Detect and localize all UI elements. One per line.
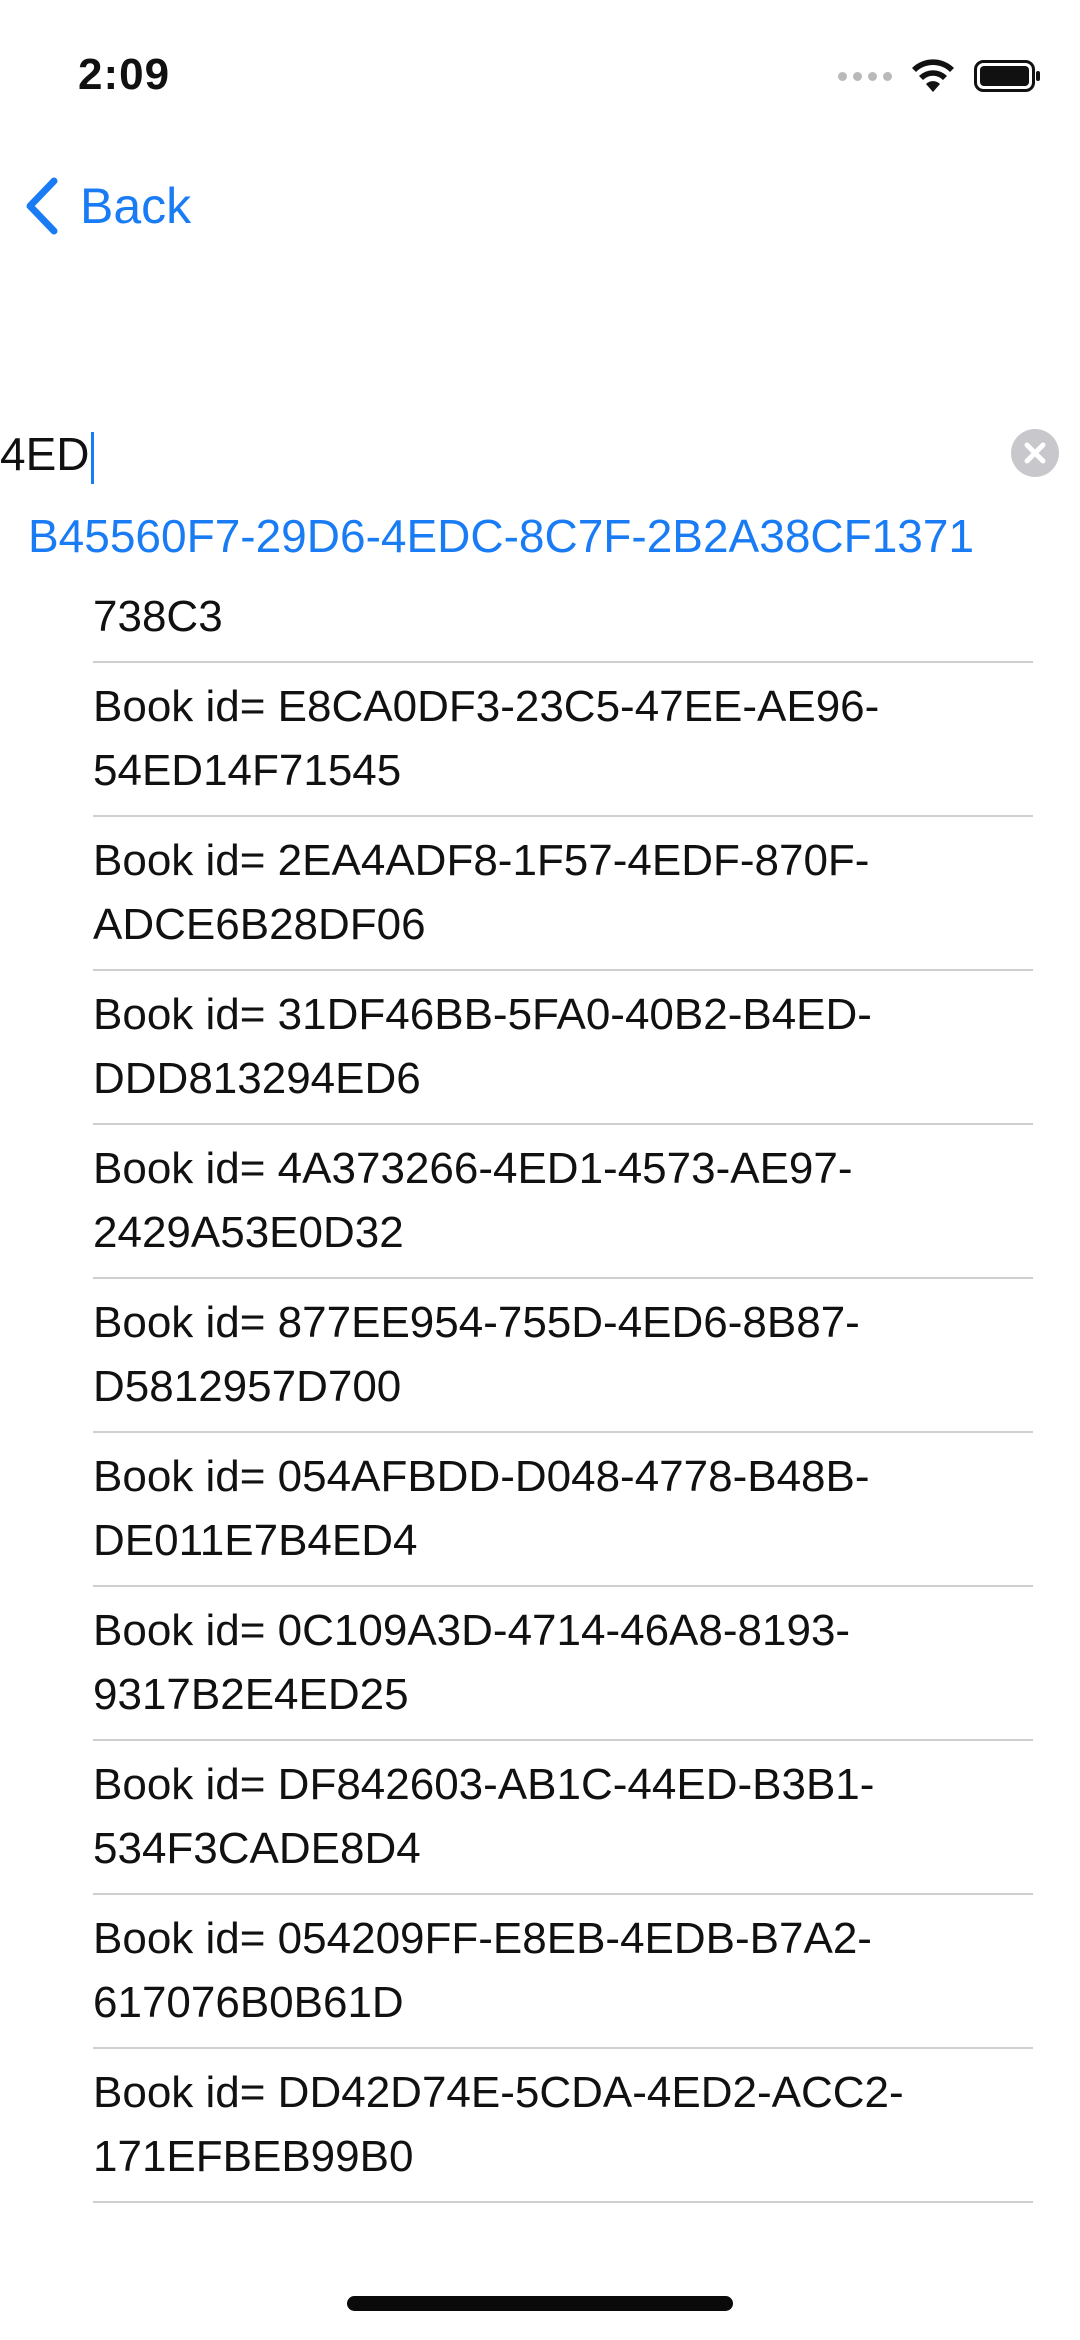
- list-item[interactable]: Book id= DF842603-AB1C-44ED-B3B1-534F3CA…: [93, 1741, 1033, 1895]
- chevron-left-icon: [24, 177, 60, 235]
- text-caret: [91, 431, 95, 484]
- list-item[interactable]: Book id= 2EA4ADF8-1F57-4EDF-870F-ADCE6B2…: [93, 817, 1033, 971]
- list-item[interactable]: Book id= E8CA0DF3-23C5-47EE-AE96-54ED14F…: [93, 663, 1033, 817]
- status-icons: [838, 58, 1042, 94]
- results-list: 738C3 Book id= E8CA0DF3-23C5-47EE-AE96-5…: [93, 585, 1033, 2203]
- list-item[interactable]: Book id= 054AFBDD-D048-4778-B48B-DE011E7…: [93, 1433, 1033, 1587]
- selected-result-link[interactable]: B45560F7-29D6-4EDC-8C7F-2B2A38CF1371: [28, 508, 974, 564]
- list-item[interactable]: Book id= 054209FF-E8EB-4EDB-B7A2-617076B…: [93, 1895, 1033, 2049]
- list-item[interactable]: Book id= 4A373266-4ED1-4573-AE97-2429A53…: [93, 1125, 1033, 1279]
- list-item[interactable]: Book id= 877EE954-755D-4ED6-8B87-D581295…: [93, 1279, 1033, 1433]
- back-button[interactable]: Back: [24, 176, 191, 236]
- home-indicator[interactable]: [347, 2296, 733, 2311]
- clear-circle-icon[interactable]: [1010, 428, 1060, 478]
- status-bar: 2:09: [0, 0, 1080, 150]
- status-time: 2:09: [78, 50, 171, 99]
- list-item[interactable]: Book id= 31DF46BB-5FA0-40B2-B4ED-DDD8132…: [93, 971, 1033, 1125]
- list-item[interactable]: Book id= DD42D74E-5CDA-4ED2-ACC2-171EFBE…: [93, 2049, 1033, 2203]
- search-field[interactable]: 4ED: [0, 420, 1080, 490]
- list-item[interactable]: Book id= 0C109A3D-4714-46A8-8193-9317B2E…: [93, 1587, 1033, 1741]
- signal-icon: [838, 71, 892, 81]
- battery-icon: [974, 60, 1042, 92]
- wifi-icon: [910, 58, 956, 94]
- search-input[interactable]: 4ED: [0, 426, 95, 484]
- back-label: Back: [80, 178, 192, 234]
- list-item[interactable]: 738C3: [93, 585, 1033, 663]
- search-value: 4ED: [0, 428, 90, 480]
